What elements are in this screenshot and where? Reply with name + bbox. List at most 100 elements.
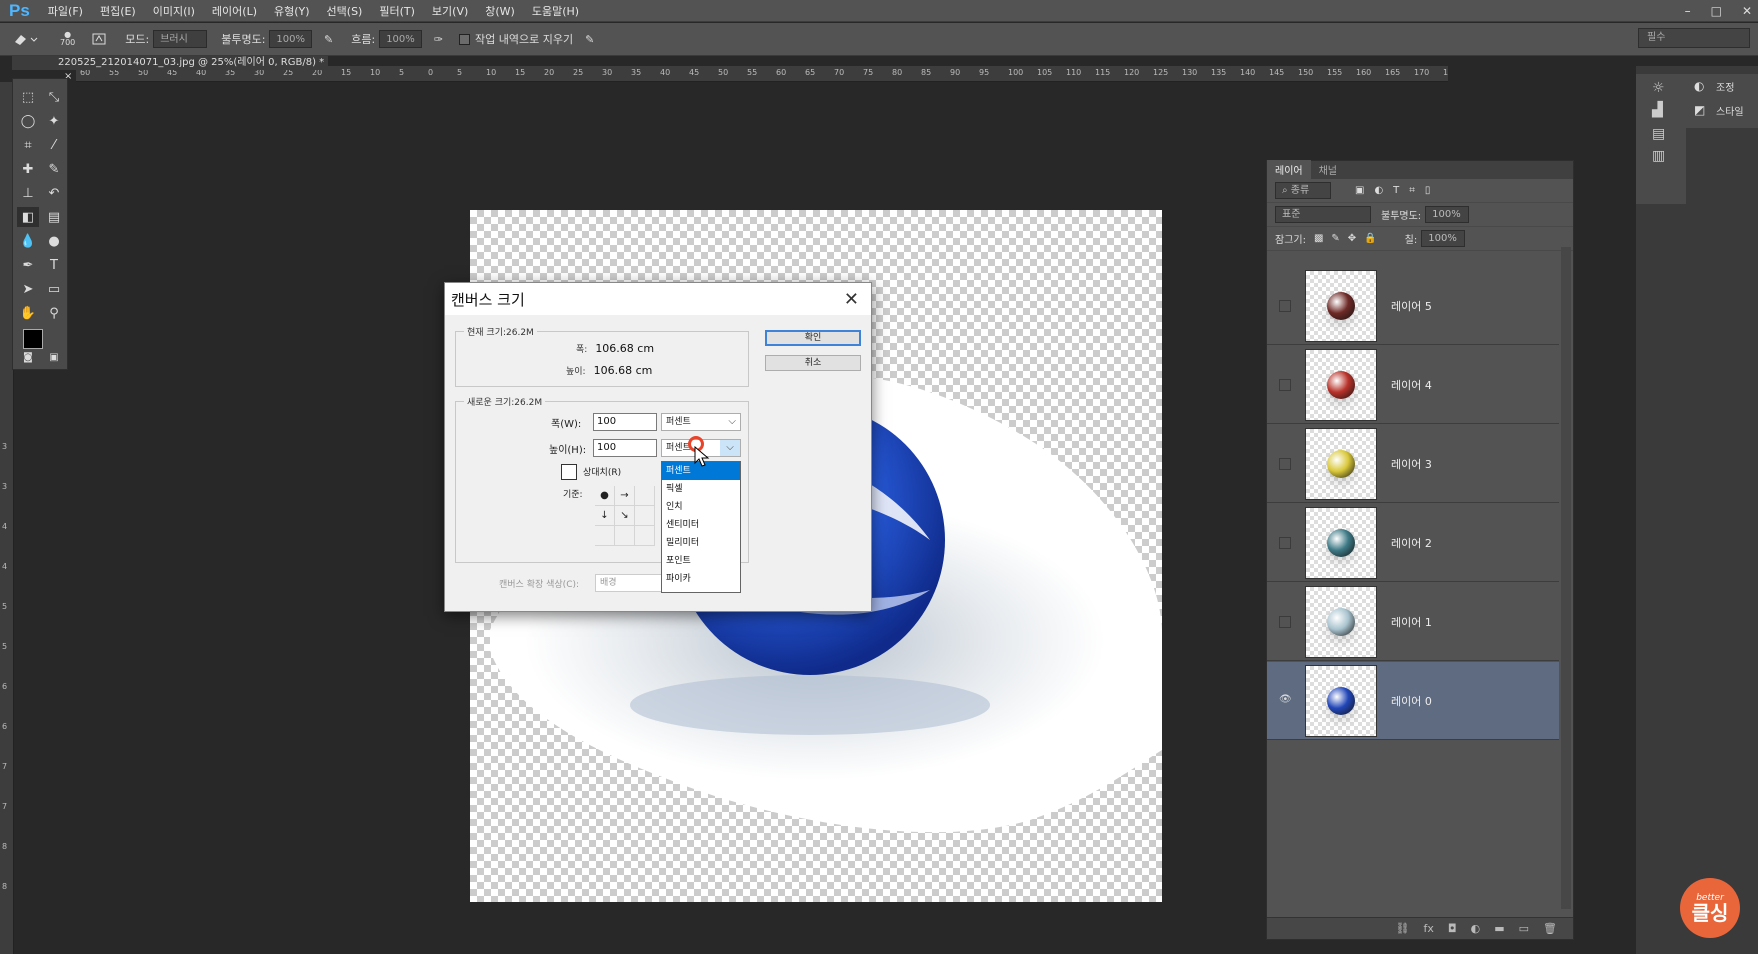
zoom-tool-icon[interactable]: ⚲ [43,303,65,323]
adjustments-tab[interactable]: ◐ 조정 [1686,74,1758,98]
layers-scrollbar[interactable] [1561,247,1571,909]
erase-history-checkbox[interactable] [459,33,470,45]
ok-button[interactable]: 확인 [765,330,861,346]
relative-checkbox[interactable] [561,464,577,480]
pen-tool-icon[interactable]: ✒ [17,255,39,275]
layer-visibility-toggle[interactable] [1279,615,1291,628]
layer-filter-select[interactable]: ⌕ 종류 [1275,182,1331,199]
anchor-top-right[interactable] [635,486,655,506]
layer-row[interactable]: 레이어 5 [1267,267,1559,345]
eyedropper-tool-icon[interactable]: ⁄ [43,135,65,155]
quick-mask-icon[interactable]: ◙ [17,347,39,367]
anchor-bottom-right[interactable] [635,526,655,546]
sun-icon[interactable]: ☼ [1636,74,1686,96]
layer-row[interactable]: 레이어 3 [1267,425,1559,503]
foreground-color-swatch[interactable] [23,329,43,349]
tab-layers[interactable]: 레이어 [1267,160,1311,179]
notes-panel-icon[interactable]: ▥ [1636,142,1686,164]
menu-filter[interactable]: 필터(T) [379,3,415,19]
magic-wand-tool-icon[interactable]: ✦ [43,111,65,131]
menu-help[interactable]: 도움말(H) [532,3,579,19]
new-layer-icon[interactable]: ▭ [1519,922,1529,935]
filter-icons[interactable]: ▣◐T⌗▯ [1355,185,1440,196]
blur-tool-icon[interactable]: 💧 [17,231,39,251]
layer-row[interactable]: 레이어 4 [1267,346,1559,424]
menu-file[interactable]: 파일(F) [48,3,83,19]
airbrush-icon[interactable]: ✑ [430,29,447,49]
layer-row[interactable]: 레이어 2 [1267,504,1559,582]
type-tool-icon[interactable]: T [43,255,65,275]
layer-row[interactable]: 👁 레이어 0 [1267,662,1559,740]
styles-tab[interactable]: ◩ 스타일 [1686,98,1758,122]
histogram-icon[interactable]: ▟ [1636,96,1686,118]
new-width-input[interactable]: 100 [593,413,657,431]
move-tool-icon[interactable]: ⤡ [43,87,65,107]
layer-visibility-toggle[interactable] [1279,299,1291,312]
delete-layer-icon[interactable]: 🗑 [1543,922,1557,935]
unit-option[interactable]: 파이카 [662,570,740,588]
dialog-close-icon[interactable]: ✕ [844,289,859,310]
marquee-tool-icon[interactable]: ⬚ [17,87,39,107]
anchor-center[interactable]: ↘ [615,506,635,526]
clone-stamp-tool-icon[interactable]: ⊥ [17,183,39,203]
unit-option[interactable]: 밀리미터 [662,534,740,552]
menu-type[interactable]: 유형(Y) [274,3,310,19]
workspace-select[interactable]: 필수 [1638,28,1750,48]
gradient-tool-icon[interactable]: ▤ [43,207,65,227]
unit-option[interactable]: 인치 [662,498,740,516]
path-selection-tool-icon[interactable]: ➤ [17,279,39,299]
mode-select[interactable]: 브러시 [153,30,208,48]
brush-tool-icon[interactable]: ✎ [43,159,65,179]
layer-opacity-field[interactable]: 100% [1425,206,1470,223]
menu-select[interactable]: 선택(S) [327,3,363,19]
anchor-top-center[interactable]: → [615,486,635,506]
cancel-button[interactable]: 취소 [765,355,861,371]
menu-layer[interactable]: 레이어(L) [212,3,257,19]
fill-field[interactable]: 100% [1421,230,1466,247]
new-height-input[interactable]: 100 [593,439,657,457]
unit-option[interactable]: 포인트 [662,552,740,570]
lasso-tool-icon[interactable]: ◯ [17,111,39,131]
anchor-bottom-left[interactable] [595,526,615,546]
menu-image[interactable]: 이미지(I) [153,3,195,19]
anchor-middle-left[interactable]: ↓ [595,506,615,526]
screen-mode-icon[interactable]: ▣ [43,347,65,367]
brush-panel-icon[interactable] [87,29,111,49]
eraser-preset-icon[interactable] [8,29,42,49]
close-window-button[interactable]: ✕ [1742,4,1752,18]
layer-style-icon[interactable]: fx [1424,922,1434,935]
hand-tool-icon[interactable]: ✋ [17,303,39,323]
dodge-tool-icon[interactable]: ● [43,231,65,251]
layer-visibility-toggle[interactable] [1279,378,1291,391]
new-group-icon[interactable]: ▬ [1494,922,1504,935]
menu-window[interactable]: 창(W) [485,3,515,19]
anchor-bottom-center[interactable] [615,526,635,546]
minimize-button[interactable]: – [1685,4,1691,18]
shape-tool-icon[interactable]: ▭ [43,279,65,299]
maximize-button[interactable]: □ [1711,4,1722,18]
opacity-field[interactable]: 100% [269,30,313,48]
blend-mode-select[interactable]: 표준 [1275,206,1371,223]
lock-icons[interactable]: ▩✎✥🔒 [1314,233,1385,244]
tab-channels[interactable]: 채널 [1311,160,1345,179]
anchor-top-left[interactable]: ● [595,486,615,506]
history-panel-icon[interactable]: ▤ [1636,118,1686,142]
add-mask-icon[interactable]: ◘ [1448,922,1457,935]
brush-size-picker[interactable]: ● 700 [56,29,79,49]
opacity-pressure-icon[interactable]: ✎ [320,29,337,49]
layer-visibility-toggle[interactable] [1279,457,1291,470]
adjustment-layer-icon[interactable]: ◐ [1471,922,1481,935]
flow-field[interactable]: 100% [379,30,422,48]
link-layers-icon[interactable]: ⛓ [1396,922,1410,935]
menu-edit[interactable]: 편집(E) [100,3,136,19]
anchor-middle-right[interactable] [635,506,655,526]
width-unit-select[interactable]: 퍼센트 ⌵ [661,413,741,431]
eye-icon[interactable]: 👁 [1279,694,1292,707]
size-pressure-icon[interactable]: ✎ [581,29,598,49]
unit-option[interactable]: 센티미터 [662,516,740,534]
layer-visibility-toggle[interactable] [1279,536,1291,549]
document-tab[interactable]: 220525_212014071_03.jpg @ 25%(레이어 0, RGB… [12,56,328,82]
healing-brush-tool-icon[interactable]: ✚ [17,159,39,179]
menu-view[interactable]: 보기(V) [432,3,468,19]
layer-row[interactable]: 레이어 1 [1267,583,1559,661]
